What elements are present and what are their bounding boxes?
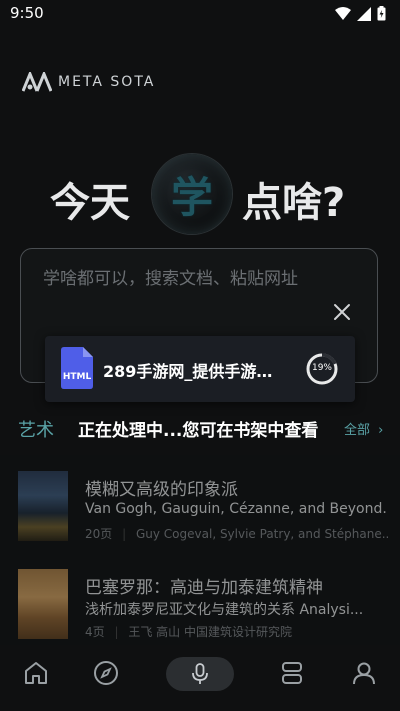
book-subtitle: 浅析加泰罗尼亚文化与建筑的关系 Analysi... (85, 602, 364, 618)
list-item[interactable]: 模糊又高级的印象派 Van Gogh, Gauguin, Cézanne, an… (18, 471, 388, 546)
nav-discover[interactable] (88, 655, 124, 691)
profile-icon (353, 662, 375, 685)
app-logo: META SOTA (22, 72, 155, 92)
shelf-icon (282, 662, 302, 684)
file-title: 289手游网_提供手游… (103, 362, 273, 381)
battery-icon (377, 6, 386, 21)
see-all-link[interactable]: 全部 › (344, 419, 383, 438)
list-item[interactable]: 巴塞罗那：高迪与加泰建筑精神 浅析加泰罗尼亚文化与建筑的关系 Analysi..… (18, 569, 388, 644)
chevron-right-icon: › (378, 423, 384, 438)
see-all-label: 全部 (344, 423, 371, 438)
signal-icon (357, 6, 371, 21)
book-meta: 20页 | Guy Cogeval, Sylvie Patry, and Sté… (85, 525, 388, 542)
headline-left: 今天 (50, 180, 130, 226)
book-pages: 20页 (85, 527, 113, 541)
book-authors: 王飞 高山 中国建筑设计研究院 (128, 625, 292, 639)
html-file-icon (61, 347, 93, 389)
close-icon[interactable] (330, 300, 354, 324)
headline-highlight: 学 (170, 172, 213, 222)
mic-icon (192, 663, 208, 684)
processing-message: 正在处理中...您可在书架中查看 (78, 421, 319, 441)
file-type-label: HTML (62, 372, 92, 382)
headline: 今天 学 点啥? (0, 150, 400, 234)
progress-label: 19% (311, 363, 332, 373)
book-cover (18, 471, 68, 541)
status-time: 9:50 (10, 4, 44, 22)
compass-icon (94, 661, 118, 685)
book-subtitle: Van Gogh, Gauguin, Cézanne, and Beyond..… (85, 501, 388, 517)
headline-highlight-circle: 学 (152, 154, 232, 234)
headline-right: 点啥? (242, 180, 346, 226)
book-title: 模糊又高级的印象派 (85, 480, 238, 500)
book-authors: Guy Cogeval, Sylvie Patry, and Stéphane.… (135, 527, 388, 541)
book-cover (18, 569, 68, 639)
status-bar: 9:50 (0, 0, 400, 28)
voice-input-button[interactable] (166, 657, 234, 691)
processing-card[interactable]: HTML 289手游网_提供手游… 19% (45, 336, 355, 402)
logo-text: META SOTA (58, 74, 156, 90)
book-meta: 4页 | 王飞 高山 中国建筑设计研究院 (85, 625, 292, 639)
book-pages: 4页 (85, 625, 105, 639)
category-label[interactable]: 艺术 (18, 416, 54, 442)
system-icons (335, 6, 386, 21)
logo-icon (22, 72, 52, 92)
nav-home[interactable] (18, 655, 54, 691)
bottom-nav (0, 645, 400, 711)
search-placeholder: 学啥都可以，搜索文档、粘贴网址 (43, 269, 298, 289)
nav-shelf[interactable] (274, 655, 310, 691)
home-icon (25, 662, 47, 684)
wifi-icon (335, 6, 351, 20)
nav-profile[interactable] (346, 655, 382, 691)
book-title: 巴塞罗那：高迪与加泰建筑精神 (85, 578, 323, 598)
